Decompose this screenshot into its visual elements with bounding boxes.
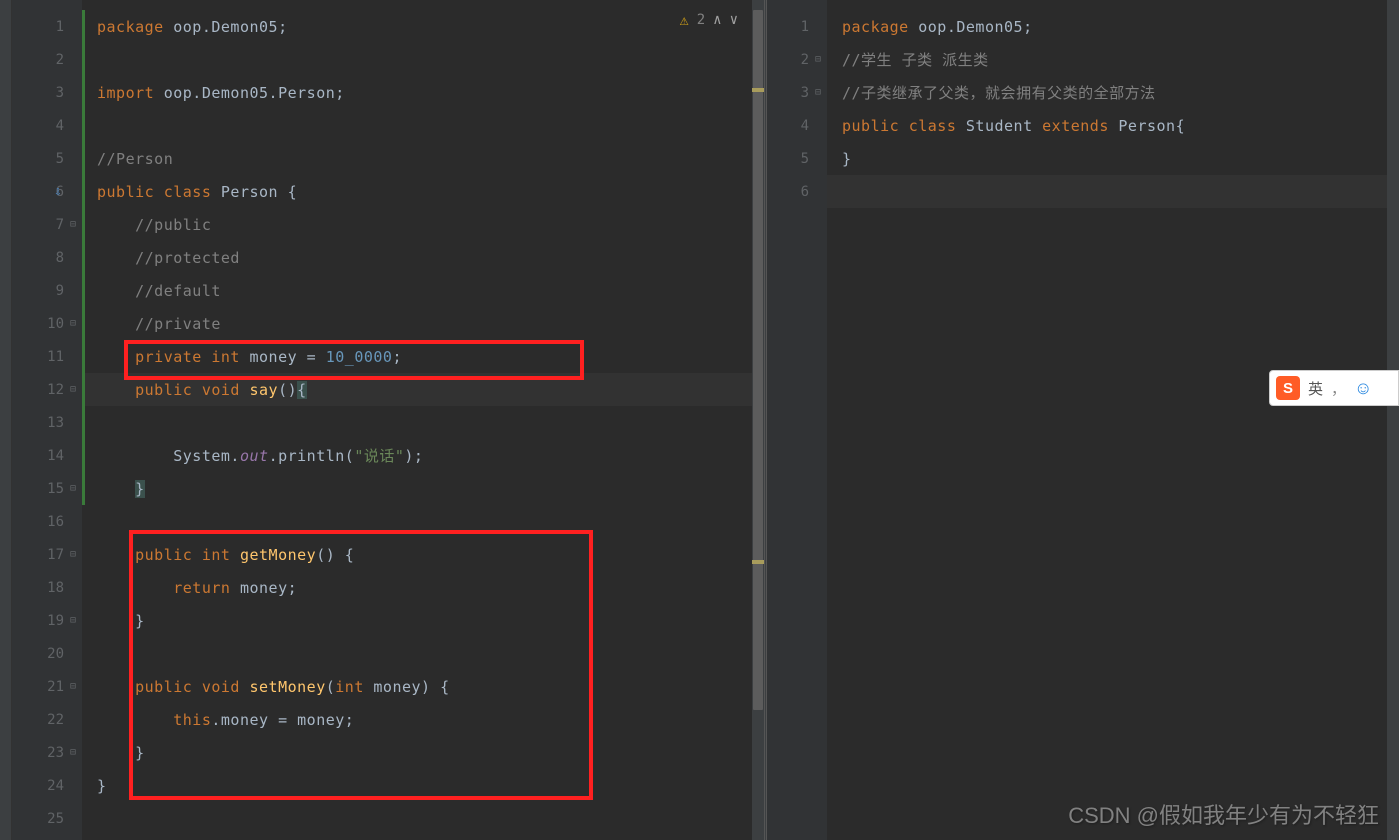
code-line[interactable]: } [82,472,752,505]
line-number[interactable]: 23⊟ [12,736,82,769]
fold-icon[interactable]: ⊟ [70,220,80,230]
code-line[interactable]: package oop.Demon05; [82,10,752,43]
fold-end-icon[interactable]: ⊟ [815,88,825,98]
line-number[interactable]: 10⊟ [12,307,82,340]
fold-end-icon[interactable]: ⊟ [70,616,80,626]
code-line-caret[interactable] [827,175,1387,208]
line-number[interactable]: 13 [12,406,82,439]
code-area-left[interactable]: ⚠ 2 ∧ ∨ package oop.Demon05; import oop.… [82,0,752,840]
code-line-caret[interactable]: public void say(){ [82,373,752,406]
nav-up-icon[interactable]: ∧ [713,12,721,28]
code-line[interactable]: //protected [82,241,752,274]
code-line[interactable]: } [82,736,752,769]
line-number[interactable]: 1 [767,10,827,43]
code-line[interactable]: //public [82,208,752,241]
fold-end-icon[interactable]: ⊟ [70,748,80,758]
line-number[interactable]: 24 [12,769,82,802]
line-number[interactable]: 2⊟ [767,43,827,76]
fold-icon[interactable]: ⊟ [815,55,825,65]
sogou-logo-icon: S [1276,376,1300,400]
project-sidebar-stub [0,0,12,840]
code-line[interactable] [82,406,752,439]
code-line[interactable]: //default [82,274,752,307]
code-line[interactable]: this.money = money; [82,703,752,736]
line-number[interactable]: 21⊟ [12,670,82,703]
scrollbar[interactable] [1387,0,1399,840]
line-number[interactable]: 17⊟ [12,538,82,571]
code-line[interactable] [82,43,752,76]
editor-left: 1 2 3 4 5 6⇩ 7⊟ 8 9 10⊟ 11 12⊟ 13 14 15⊟… [12,0,764,840]
code-line[interactable]: } [82,769,752,802]
gutter-left: 1 2 3 4 5 6⇩ 7⊟ 8 9 10⊟ 11 12⊟ 13 14 15⊟… [12,0,82,840]
fold-icon[interactable]: ⊟ [70,385,80,395]
code-line[interactable]: //子类继承了父类，就会拥有父类的全部方法 [827,76,1387,109]
fold-end-icon[interactable]: ⊟ [70,484,80,494]
line-number[interactable]: 15⊟ [12,472,82,505]
code-line[interactable]: //private [82,307,752,340]
warning-icon: ⚠ [680,11,689,29]
editor-right: 1 2⊟ 3⊟ 4 5 6 package oop.Demon05; //学生 … [767,0,1399,840]
watermark: CSDN @假如我年少有为不轻狂 [1068,798,1379,830]
line-number[interactable]: 4 [767,109,827,142]
code-area-right[interactable]: package oop.Demon05; //学生 子类 派生类 //子类继承了… [827,0,1387,840]
line-number[interactable]: 18 [12,571,82,604]
line-number[interactable]: 4 [12,109,82,142]
scrollbar-thumb[interactable] [753,10,763,710]
warning-mark[interactable] [752,560,764,564]
code-line[interactable] [82,505,752,538]
line-number[interactable]: 20 [12,637,82,670]
code-line[interactable]: System.out.println("说话"); [82,439,752,472]
line-number[interactable]: 6 [767,175,827,208]
code-line[interactable]: package oop.Demon05; [827,10,1387,43]
gutter-right: 1 2⊟ 3⊟ 4 5 6 [767,0,827,840]
line-number[interactable]: 12⊟ [12,373,82,406]
code-line[interactable]: //Person [82,142,752,175]
warning-count: 2 [697,12,705,28]
ime-punct[interactable]: ， [1331,378,1346,399]
code-line[interactable]: public class Student extends Person{ [827,109,1387,142]
line-number[interactable]: 14 [12,439,82,472]
code-line[interactable]: public void setMoney(int money) { [82,670,752,703]
code-line[interactable]: public class Person { [82,175,752,208]
line-number[interactable]: 9 [12,274,82,307]
code-line[interactable]: } [82,604,752,637]
nav-down-icon[interactable]: ∨ [730,12,738,28]
change-marker [82,10,85,505]
smiley-icon[interactable]: ☺ [1354,378,1372,399]
code-line[interactable]: import oop.Demon05.Person; [82,76,752,109]
code-line[interactable]: return money; [82,571,752,604]
fold-icon[interactable]: ⊟ [70,682,80,692]
line-number[interactable]: 19⊟ [12,604,82,637]
line-number[interactable]: 6⇩ [12,175,82,208]
scrollbar[interactable] [752,0,764,840]
code-line[interactable]: } [827,142,1387,175]
override-down-icon[interactable]: ⇩ [54,184,62,199]
line-number[interactable]: 16 [12,505,82,538]
warning-mark[interactable] [752,88,764,92]
line-number[interactable]: 22 [12,703,82,736]
line-number[interactable]: 5 [12,142,82,175]
line-number[interactable]: 25 [12,802,82,835]
ime-toolbar[interactable]: S 英 ， ☺ [1269,370,1399,406]
code-line[interactable]: private int money = 10_0000; [82,340,752,373]
code-line[interactable] [82,637,752,670]
line-number[interactable]: 3⊟ [767,76,827,109]
code-line[interactable]: //学生 子类 派生类 [827,43,1387,76]
ime-language[interactable]: 英 [1308,378,1323,399]
code-line[interactable] [82,802,752,835]
line-number[interactable]: 11 [12,340,82,373]
line-number[interactable]: 1 [12,10,82,43]
line-number[interactable]: 3 [12,76,82,109]
code-line[interactable]: public int getMoney() { [82,538,752,571]
fold-end-icon[interactable]: ⊟ [70,319,80,329]
line-number[interactable]: 8 [12,241,82,274]
line-number[interactable]: 2 [12,43,82,76]
code-line[interactable] [82,109,752,142]
line-number[interactable]: 7⊟ [12,208,82,241]
line-number[interactable]: 5 [767,142,827,175]
inspection-widget[interactable]: ⚠ 2 ∧ ∨ [680,11,738,29]
fold-icon[interactable]: ⊟ [70,550,80,560]
